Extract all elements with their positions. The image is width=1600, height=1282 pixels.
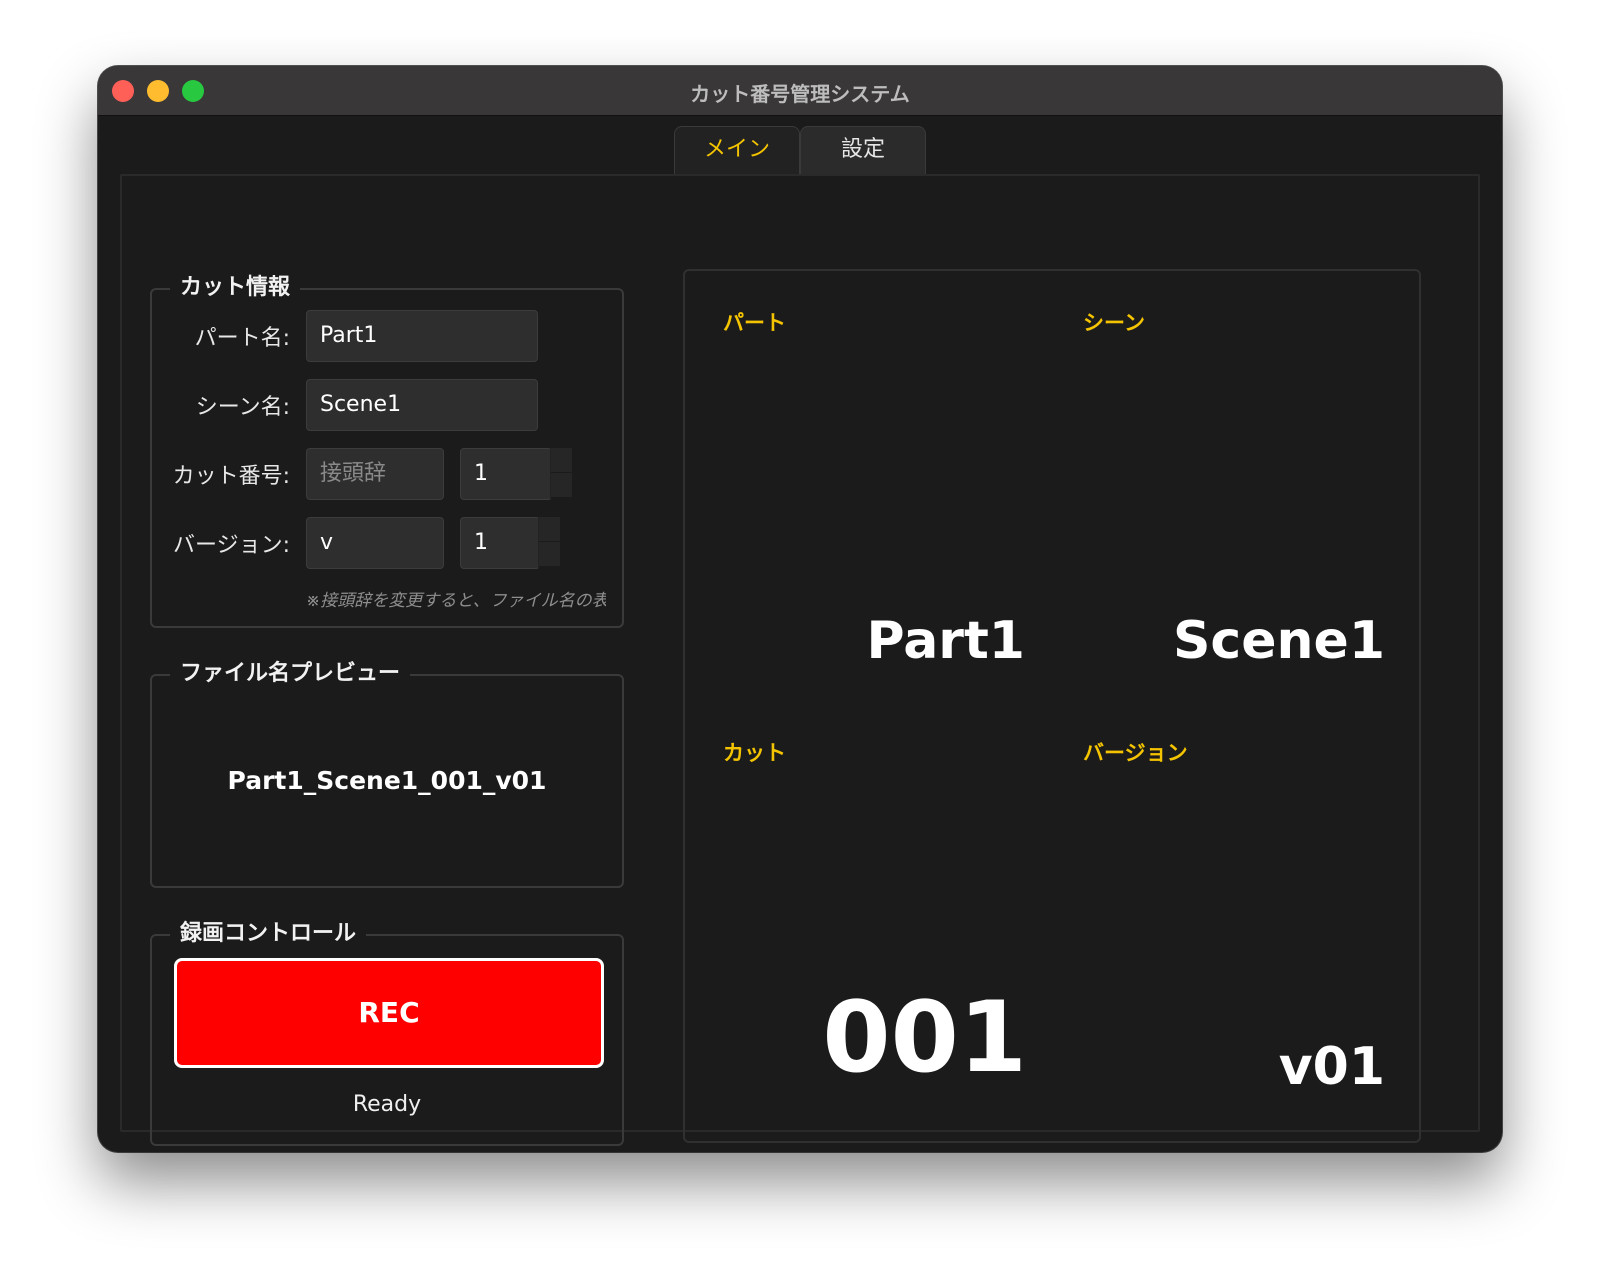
tab-main[interactable]: メイン [674,126,800,174]
app-window: カット番号管理システム メイン 設定 カット情報 パート名: Part1 シーン… [98,66,1502,1152]
display-version-label: バージョン [1083,741,1188,765]
part-name-label: パート名: [194,326,290,351]
cut-info-title: カット情報 [170,273,301,303]
version-number-stepper[interactable] [538,517,560,569]
display-scene-label: シーン [1083,311,1145,335]
cut-prefix-input[interactable]: 接頭辞 [306,448,444,500]
recording-control-group: 録画コントロール REC Ready [150,919,624,1146]
display-cut-value: 001 [822,981,1027,1095]
recording-control-title: 録画コントロール [170,919,367,949]
cut-number-stepper[interactable] [550,448,572,500]
part-name-input[interactable]: Part1 [306,310,538,362]
version-prefix-input[interactable]: v [306,517,444,569]
filename-preview-group: ファイル名プレビュー Part1_Scene1_001_v01 [150,659,624,888]
display-scene-value: Scene1 [1172,611,1385,671]
cut-number-spinbox[interactable]: 1 [460,448,552,500]
filename-preview-title: ファイル名プレビュー [170,659,411,689]
cut-display-panel: パート Part1 シーン Scene1 カット 001 バージョン v01 [683,269,1421,1143]
filename-preview-text: Part1_Scene1_001_v01 [227,766,547,795]
scene-name-input[interactable]: Scene1 [306,379,538,431]
cut-number-label: カット番号: [172,464,290,489]
display-part-value: Part1 [866,611,1026,671]
cut-info-group: カット情報 パート名: Part1 シーン名: Scene1 カット番号: 接頭… [150,273,624,628]
display-version-value: v01 [1278,1037,1385,1097]
window-title: カット番号管理システム [690,82,910,106]
version-label: バージョン: [173,533,290,558]
scene-name-label: シーン名: [195,395,290,420]
prefix-note: ※接頭辞を変更すると、ファイル名の表 [306,591,606,611]
rec-button[interactable]: REC [174,958,604,1068]
display-part-label: パート [723,311,786,335]
tab-settings[interactable]: 設定 [800,126,926,174]
version-number-spinbox[interactable]: 1 [460,517,540,569]
display-cut-label: カット [723,741,786,765]
recording-status: Ready [352,1092,422,1117]
title-bar: カット番号管理システム [98,66,1502,116]
